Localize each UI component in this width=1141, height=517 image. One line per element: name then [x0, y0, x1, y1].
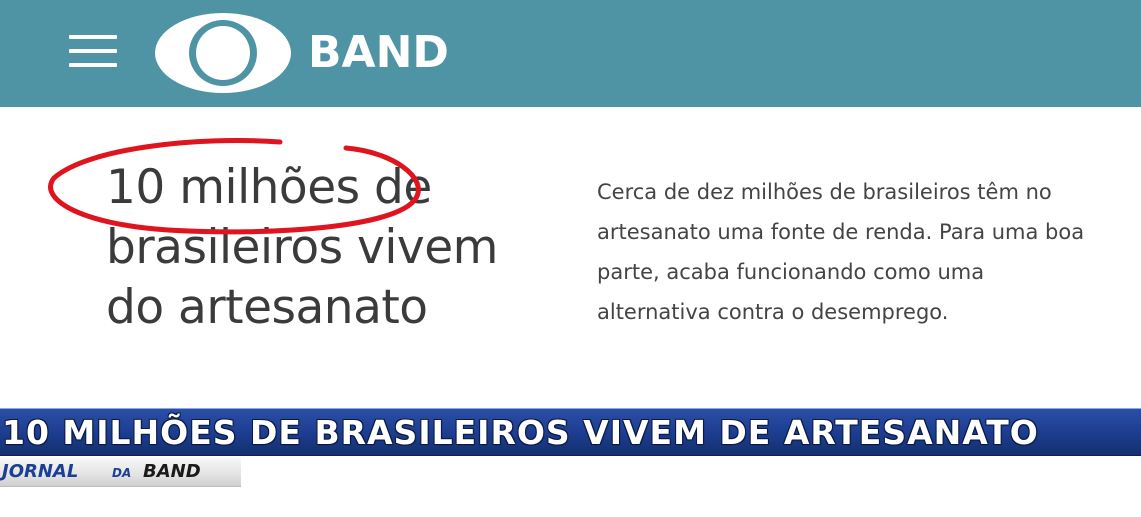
page: BAND 10 milhões de brasileiros vivem do … — [0, 0, 1141, 517]
site-header: BAND — [0, 0, 1141, 107]
program-name-jornal: JORNAL — [2, 461, 79, 482]
band-eye-logo-icon — [155, 13, 291, 93]
menu-bar-bottom — [69, 63, 117, 67]
program-name-da: DA — [112, 466, 132, 480]
brand-name: BAND — [308, 27, 449, 78]
tv-chyron-banner: 10 MILHÕES DE BRASILEIROS VIVEM DE ARTES… — [0, 408, 1141, 456]
menu-bar-middle — [69, 49, 117, 53]
band-logo[interactable]: BAND — [153, 12, 449, 94]
menu-bar-top — [69, 35, 117, 39]
program-logo-badge: JORNAL DA BAND — [0, 458, 241, 487]
program-name-band: BAND — [143, 461, 201, 482]
article-summary: Cerca de dez milhões de brasileiros têm … — [597, 180, 1085, 324]
chyron-text: 10 MILHÕES DE BRASILEIROS VIVEM DE ARTES… — [2, 413, 1039, 452]
article-headline[interactable]: 10 milhões de brasileiros vivem do artes… — [106, 158, 566, 338]
hamburger-menu-icon[interactable] — [69, 33, 117, 71]
